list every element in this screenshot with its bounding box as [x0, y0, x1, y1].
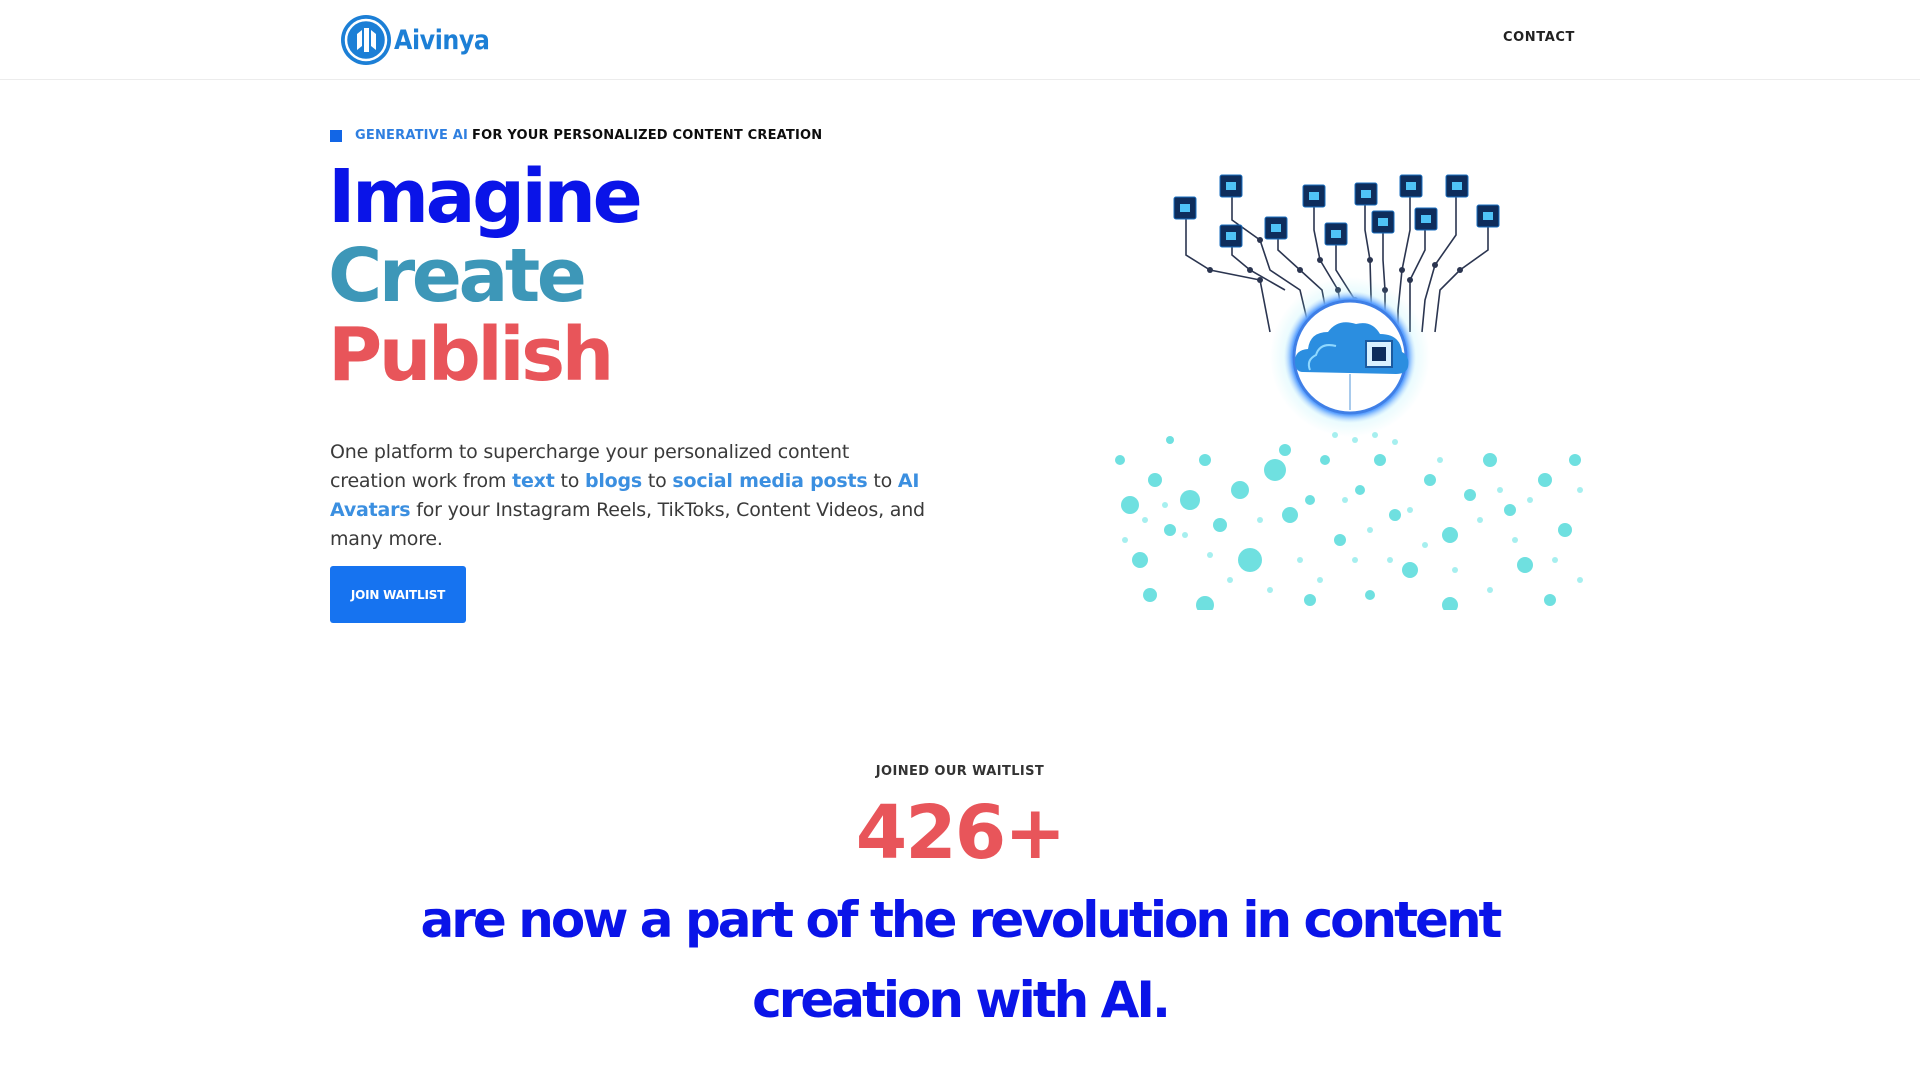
logo-text: Aivinya [394, 24, 490, 56]
ai-cloud-network-illustration [1115, 174, 1583, 610]
site-header: Aivinya CONTACT [0, 0, 1920, 80]
headline-imagine: Imagine [328, 154, 643, 240]
lead-text: for your Instagram Reels, TikToks, Conte… [330, 499, 925, 550]
waitlist-count: 426+ [855, 790, 1066, 876]
eyebrow-accent: GENERATIVE AI [355, 128, 469, 143]
hero-eyebrow: GENERATIVE AI FOR YOUR PERSONALIZED CONT… [330, 128, 822, 143]
eyebrow-text: FOR YOUR PERSONALIZED CONTENT CREATION [472, 128, 823, 143]
lead-connector: to [642, 470, 673, 492]
aivinya-logo-icon [341, 15, 391, 65]
lead-highlight-text: text [512, 470, 555, 492]
hero-description: One platform to supercharge your persona… [330, 438, 930, 554]
lead-highlight-blogs: blogs [584, 470, 643, 492]
hero-headline: Imagine Create Publish [328, 154, 643, 398]
lead-connector: to [867, 470, 898, 492]
logo-link[interactable]: Aivinya [340, 12, 503, 68]
lead-highlight-social: social media posts [672, 470, 868, 492]
waitlist-tagline: are now a part of the revolution in cont… [420, 891, 1503, 1029]
headline-create: Create [328, 233, 587, 319]
headline-publish: Publish [328, 312, 614, 398]
waitlist-label: JOINED OUR WAITLIST [875, 764, 1045, 779]
eyebrow-square-icon [330, 129, 342, 142]
lead-connector: to [554, 470, 585, 492]
nav-contact-link[interactable]: CONTACT [1503, 30, 1575, 45]
join-waitlist-button[interactable]: JOIN WAITLIST [330, 566, 466, 623]
